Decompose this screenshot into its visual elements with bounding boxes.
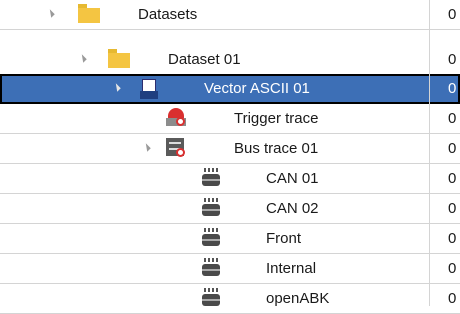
tree-row-value: 0 bbox=[448, 170, 457, 187]
tree-row-vector-ascii-01[interactable]: Vector ASCII 01 0 bbox=[0, 74, 460, 104]
dataset-tree[interactable]: Datasets 0 Dataset 01 0 Vector ASCII 01 … bbox=[0, 0, 460, 314]
tree-row-front[interactable]: Front 0 bbox=[0, 224, 460, 254]
tree-row-label: CAN 01 bbox=[266, 170, 319, 187]
tree-row-trigger-trace[interactable]: Trigger trace 0 bbox=[0, 104, 460, 134]
tree-row-value: 0 bbox=[448, 260, 457, 277]
tree-row-label: Dataset 01 bbox=[168, 51, 241, 68]
tree-row-value: 0 bbox=[448, 200, 457, 217]
expand-arrow-icon[interactable] bbox=[142, 143, 151, 152]
channel-icon bbox=[202, 198, 220, 216]
tree-row-label: Datasets bbox=[138, 6, 198, 23]
tree-row-can-01[interactable]: CAN 01 0 bbox=[0, 164, 460, 194]
channel-icon bbox=[202, 168, 220, 186]
tree-row-label: Internal bbox=[266, 260, 317, 277]
channel-icon bbox=[202, 228, 220, 246]
tree-row-label: Bus trace 01 bbox=[234, 140, 319, 157]
tree-row-openabk[interactable]: openABK 0 bbox=[0, 284, 460, 314]
channel-icon bbox=[202, 288, 220, 306]
tree-row-datasets[interactable]: Datasets 0 bbox=[0, 0, 460, 30]
tree-row-bus-trace-01[interactable]: Bus trace 01 0 bbox=[0, 134, 460, 164]
tree-row-can-02[interactable]: CAN 02 0 bbox=[0, 194, 460, 224]
expand-arrow-icon[interactable] bbox=[112, 83, 121, 92]
column-separator[interactable] bbox=[429, 0, 430, 306]
tree-row-value: 0 bbox=[448, 6, 457, 23]
expand-arrow-icon[interactable] bbox=[46, 9, 55, 18]
tree-row-label: CAN 02 bbox=[266, 200, 319, 217]
folder-icon bbox=[108, 49, 130, 68]
tree-row-label: Vector ASCII 01 bbox=[204, 80, 310, 97]
tree-row-internal[interactable]: Internal 0 bbox=[0, 254, 460, 284]
channel-icon bbox=[202, 258, 220, 276]
tree-row-value: 0 bbox=[448, 51, 457, 68]
folder-icon bbox=[78, 4, 100, 23]
tree-row-value: 0 bbox=[448, 140, 457, 157]
ascii-file-icon bbox=[140, 79, 158, 99]
tree-row-value: 0 bbox=[448, 80, 457, 97]
tree-row-dataset-01[interactable]: Dataset 01 0 bbox=[0, 45, 460, 75]
expand-arrow-icon[interactable] bbox=[78, 54, 87, 63]
bus-trace-icon bbox=[166, 138, 186, 158]
trigger-trace-icon bbox=[166, 108, 186, 127]
tree-row-label: openABK bbox=[266, 290, 330, 307]
tree-row-value: 0 bbox=[448, 230, 457, 247]
tree-row-label: Trigger trace bbox=[234, 110, 319, 127]
tree-row-value: 0 bbox=[448, 290, 457, 307]
tree-row-label: Front bbox=[266, 230, 302, 247]
tree-row-value: 0 bbox=[448, 110, 457, 127]
